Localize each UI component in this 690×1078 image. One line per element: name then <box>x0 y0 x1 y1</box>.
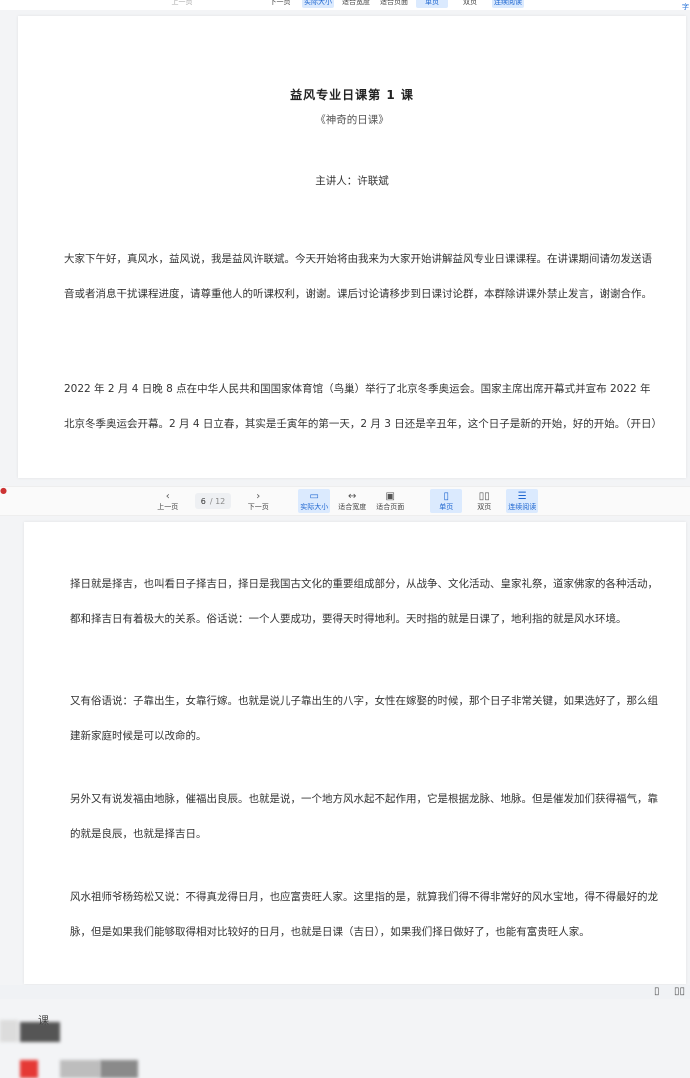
actual-size-button[interactable]: ▭ 实际大小 <box>298 489 331 513</box>
lesson-title: 益风专业日课第 1 课 <box>290 88 414 102</box>
next-page-button-top[interactable]: 下一页 <box>264 0 296 8</box>
document-page-2: 择日就是择吉，也叫看日子择吉日，择日是我国古文化的重要组成部分，从战争、文化活动… <box>24 522 686 984</box>
fit-width-label: 适合宽度 <box>342 0 370 6</box>
prev-page-button-top[interactable]: 上一页 <box>166 0 198 8</box>
page-total: / 12 <box>209 496 226 506</box>
double-page-icon: ▯▯ <box>478 490 490 502</box>
page-current[interactable]: 6 <box>201 497 206 506</box>
viewer-toolbar: ‹ 上一页 6 / 12 › 下一页 ▭ 实际大小 ↔ 适合宽度 ▣ 适合页面 … <box>0 486 690 516</box>
chevron-right-icon: › <box>256 490 261 502</box>
fit-page-label: 适合页面 <box>380 0 408 6</box>
fit-width-button[interactable]: ↔ 适合宽度 <box>336 489 368 513</box>
prev-label: 上一页 <box>171 0 193 6</box>
single-page-label: 单页 <box>439 502 454 511</box>
single-page-icon: ▯ <box>443 490 449 502</box>
double-page-icon[interactable]: ▯▯ <box>674 986 685 997</box>
single-page-button-top[interactable]: 单页 <box>416 0 448 8</box>
continuous-reading-button[interactable]: ☰ 连续阅读 <box>506 489 539 513</box>
double-page-label: 双页 <box>463 0 477 6</box>
redacted-block <box>0 1020 18 1042</box>
single-page-icon[interactable]: ▯ <box>654 986 660 997</box>
single-page-button[interactable]: ▯ 单页 <box>430 489 463 513</box>
redacted-block <box>100 1060 138 1078</box>
continuous-icon: ☰ <box>517 490 527 502</box>
prev-label: 上一页 <box>157 502 179 511</box>
double-page-button-top[interactable]: 双页 <box>454 0 486 8</box>
fit-page-label: 适合页面 <box>376 502 405 511</box>
edge-blue-char: 字 <box>682 3 689 11</box>
continuous-label: 连续阅读 <box>508 502 537 511</box>
fit-page-icon: ▣ <box>385 490 395 502</box>
paragraph: 另外又有说发福由地脉，催福出良辰。也就是说，一个地方风水起不起作用，它是根据龙脉… <box>70 793 658 840</box>
paragraph: 大家下午好，真风水，益风说，我是益风许联斌。今天开始将由我来为大家开始讲解益风专… <box>64 253 652 300</box>
partial-text: 课 <box>38 1014 49 1027</box>
fit-width-label: 适合宽度 <box>338 502 367 511</box>
edge-red-mark: ● <box>0 486 7 495</box>
fit-width-icon: ↔ <box>348 490 357 502</box>
redacted-block <box>60 1060 100 1078</box>
paragraph: 2022 年 2 月 4 日晚 8 点在中华人民共和国国家体育馆（鸟巢）举行了北… <box>64 383 662 430</box>
actual-size-icon: ▭ <box>309 490 319 502</box>
actual-size-button-top[interactable]: 实际大小 <box>302 0 334 8</box>
redacted-red-block <box>20 1060 38 1078</box>
fit-width-button-top[interactable]: 适合宽度 <box>340 0 372 8</box>
lesson-speaker: 主讲人：许联斌 <box>315 175 389 187</box>
bottom-toolbar-partial: ▯ ▯▯ <box>0 985 690 999</box>
prev-page-button[interactable]: ‹ 上一页 <box>152 489 184 513</box>
fit-page-button[interactable]: ▣ 适合页面 <box>374 489 406 513</box>
chevron-left-icon: ‹ <box>165 490 170 502</box>
next-label: 下一页 <box>269 0 291 6</box>
continuous-label: 连续阅读 <box>494 0 522 6</box>
actual-size-label: 实际大小 <box>300 502 329 511</box>
lesson-subtitle: 《神奇的日课》 <box>315 114 389 126</box>
fit-page-button-top[interactable]: 适合页面 <box>378 0 410 8</box>
document-page-1: 益风专业日课第 1 课 《神奇的日课》 主讲人：许联斌 大家下午好，真风水，益风… <box>18 16 686 478</box>
continuous-button-top[interactable]: 连续阅读 <box>492 0 524 8</box>
actual-size-label: 实际大小 <box>304 0 332 6</box>
next-label: 下一页 <box>247 502 269 511</box>
paragraph: 择日就是择吉，也叫看日子择吉日，择日是我国古文化的重要组成部分，从战争、文化活动… <box>70 578 658 625</box>
next-page-button[interactable]: › 下一页 <box>242 489 274 513</box>
double-page-button[interactable]: ▯▯ 双页 <box>468 489 500 513</box>
page-indicator[interactable]: 6 / 12 <box>194 493 232 509</box>
double-page-label: 双页 <box>477 502 492 511</box>
paragraph: 又有俗语说：子靠出生，女靠行嫁。也就是说儿子靠出生的八字，女性在嫁娶的时候，那个… <box>70 695 658 742</box>
top-toolbar-partial: 上一页 下一页 实际大小 适合宽度 适合页面 单页 双页 连续阅读 <box>0 0 690 10</box>
single-page-label: 单页 <box>425 0 439 6</box>
paragraph: 风水祖师爷杨筠松又说：不得真龙得日月，也应富贵旺人家。这里指的是，就算我们得不得… <box>70 891 658 938</box>
